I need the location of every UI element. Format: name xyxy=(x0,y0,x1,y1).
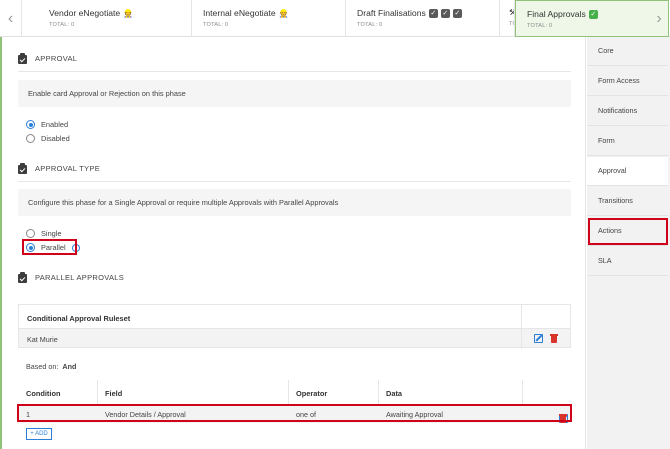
radio-label: Enabled xyxy=(41,120,69,129)
check-icon: ✓ xyxy=(440,8,450,18)
ruleset-row: Kat Murie xyxy=(18,328,571,349)
phase-final-approvals[interactable]: Final Approvals ✓ TOTAL: 0 xyxy=(515,0,669,37)
sidebar-item-form-access[interactable]: Form Access xyxy=(587,67,668,96)
sidebar-item-notifications[interactable]: Notifications xyxy=(587,97,668,126)
radio-button[interactable] xyxy=(26,134,35,143)
sidebar-item-transitions[interactable]: Transitions xyxy=(587,187,668,216)
phase-vendor-enegotiate[interactable]: Vendor eNegotiate 👷 TOTAL: 0 xyxy=(38,0,192,37)
phase-name: Final Approvals xyxy=(527,9,586,19)
based-on-value: And xyxy=(62,362,77,371)
trash-icon[interactable] xyxy=(550,334,558,343)
sidebar-item-approval[interactable]: Approval xyxy=(587,157,668,186)
column-header-condition: Condition xyxy=(26,389,61,398)
sidebar-item-form[interactable]: Form xyxy=(587,127,668,156)
phase-partial[interactable]: ⚒ TO xyxy=(500,0,515,37)
check-icon: ✓ xyxy=(588,9,598,19)
radio-label: Disabled xyxy=(41,134,70,143)
phase-total: TOTAL: 0 xyxy=(203,22,229,28)
radio-disabled[interactable]: Disabled xyxy=(26,134,70,143)
approval-section-title: APPROVAL xyxy=(18,53,77,64)
radio-enabled[interactable]: Enabled xyxy=(26,120,68,129)
radio-button[interactable] xyxy=(26,120,35,129)
phase-name: Internal eNegotiate xyxy=(203,8,276,18)
radio-single[interactable]: Single xyxy=(26,229,62,238)
clipboard-check-icon xyxy=(18,272,27,283)
highlight-box-condition-row xyxy=(17,404,572,422)
approval-type-description: Configure this phase for a Single Approv… xyxy=(18,189,571,216)
ruleset-header: Conditional Approval Ruleset xyxy=(18,304,571,329)
ruleset-name: Kat Murie xyxy=(27,335,58,344)
radio-button[interactable] xyxy=(26,229,35,238)
sidebar-item-core[interactable]: Core xyxy=(587,37,668,66)
edit-icon[interactable] xyxy=(534,334,543,343)
section-heading: APPROVAL TYPE xyxy=(35,164,101,173)
column-header-data: Data xyxy=(386,389,403,398)
column-header-field: Field xyxy=(105,389,123,398)
phase-total: TO xyxy=(509,21,514,27)
divider xyxy=(18,181,571,182)
column-divider xyxy=(288,380,289,405)
phase-draft-finalisations[interactable]: Draft Finalisations ✓ ✓ ✓ TOTAL: 0 xyxy=(346,0,500,37)
ruleset-actions xyxy=(534,334,558,343)
worker-icon: 👷 xyxy=(123,8,134,18)
highlight-box-actions xyxy=(588,218,668,245)
phase-bar: ‹ Vendor eNegotiate 👷 TOTAL: 0 Internal e… xyxy=(0,0,670,37)
sidebar-item-sla[interactable]: SLA xyxy=(587,247,668,276)
highlight-box-parallel xyxy=(22,239,77,255)
column-divider xyxy=(521,329,522,349)
column-header-operator: Operator xyxy=(296,389,328,398)
approval-type-section-title: APPROVAL TYPE xyxy=(18,163,100,174)
divider xyxy=(18,71,571,72)
phase-total: TOTAL: 0 xyxy=(357,22,383,28)
phase-internal-enegotiate[interactable]: Internal eNegotiate 👷 TOTAL: 0 xyxy=(192,0,346,37)
clipboard-check-icon xyxy=(18,53,27,64)
phase-total: TOTAL: 0 xyxy=(49,22,75,28)
column-divider xyxy=(97,380,98,405)
column-divider xyxy=(522,380,523,405)
conditions-table: Condition Field Operator Data 1 Vendor D… xyxy=(18,380,571,423)
phase-total: TOTAL: 0 xyxy=(527,23,553,29)
section-heading: APPROVAL xyxy=(35,54,78,63)
worker-icon: 👷 xyxy=(278,8,289,18)
radio-label: Single xyxy=(41,229,62,238)
parallel-approvals-section-title: PARALLEL APPROVALS xyxy=(18,272,124,283)
check-icon: ✓ xyxy=(452,8,462,18)
phase-name: Draft Finalisations xyxy=(357,8,426,18)
phase-name: Vendor eNegotiate xyxy=(49,8,121,18)
clipboard-check-icon xyxy=(18,163,27,174)
add-condition-button[interactable]: + ADD xyxy=(26,428,52,440)
ruleset-header-label: Conditional Approval Ruleset xyxy=(27,314,131,323)
section-heading: PARALLEL APPROVALS xyxy=(35,273,125,282)
approval-description: Enable card Approval or Rejection on thi… xyxy=(18,80,571,107)
conditions-table-header: Condition Field Operator Data xyxy=(18,380,571,405)
chevron-left-icon[interactable]: ‹ xyxy=(0,0,22,37)
chevron-right-icon[interactable]: › xyxy=(648,0,670,37)
based-on: Based on: And xyxy=(26,362,76,371)
column-divider xyxy=(521,305,522,329)
check-icon: ✓ xyxy=(428,8,438,18)
based-on-label: Based on: xyxy=(26,362,59,371)
column-divider xyxy=(378,380,379,405)
